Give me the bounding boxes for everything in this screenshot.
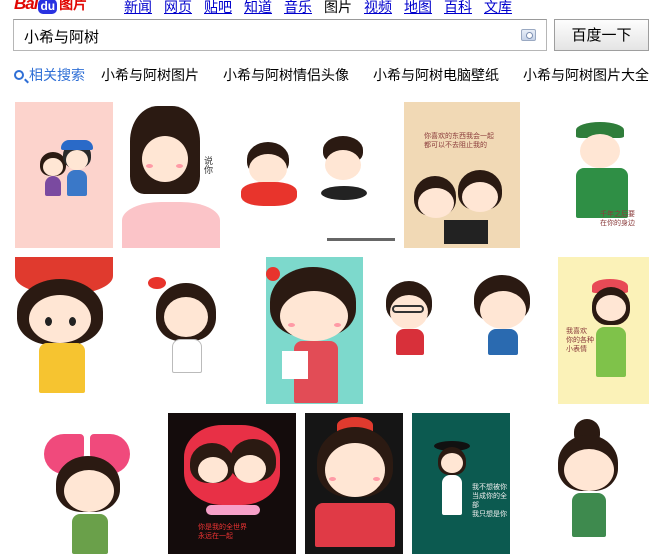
nav-map[interactable]: 地图 [404, 0, 432, 17]
nav-music[interactable]: 音乐 [284, 0, 312, 17]
result-image[interactable] [266, 257, 363, 404]
result-image[interactable] [15, 257, 113, 394]
result-image[interactable] [227, 102, 397, 242]
result-image[interactable]: 说你 [122, 102, 220, 248]
result-image[interactable] [40, 430, 140, 554]
nav-baike[interactable]: 百科 [444, 0, 472, 17]
search-box [13, 19, 547, 51]
result-image[interactable]: 我喜欢 你的各种 小表情 [558, 257, 649, 404]
result-image[interactable] [305, 413, 403, 554]
search-input[interactable] [22, 25, 516, 47]
result-image[interactable] [548, 413, 649, 554]
related-item[interactable]: 小希与阿树图片 [101, 65, 199, 85]
nav-video[interactable]: 视频 [364, 0, 392, 17]
top-nav: 新闻 网页 贴吧 知道 音乐 图片 视频 地图 百科 文库 [124, 0, 512, 17]
nav-web[interactable]: 网页 [164, 0, 192, 17]
nav-tieba[interactable]: 贴吧 [204, 0, 232, 17]
result-image[interactable]: 千年之后要 在你的身边 [560, 102, 649, 248]
related-heading: 相关搜索 [29, 68, 85, 84]
search-icon [14, 70, 24, 80]
result-image[interactable]: 你喜欢的东西我会一起 都可以不去阻止我的 [404, 102, 520, 248]
nav-images[interactable]: 图片 [324, 0, 352, 17]
baidu-image-logo[interactable]: Bai du 图片 [14, 0, 87, 14]
related-item[interactable]: 小希与阿树情侣头像 [223, 65, 349, 85]
nav-zhidao[interactable]: 知道 [244, 0, 272, 17]
related-item[interactable]: 小希与阿树电脑壁纸 [373, 65, 499, 85]
camera-icon[interactable] [521, 29, 536, 41]
search-button[interactable]: 百度一下 [554, 19, 649, 51]
result-image[interactable] [122, 257, 240, 394]
result-image[interactable] [15, 102, 113, 248]
result-image[interactable]: 你是我的全世界 永远在一起 [168, 413, 296, 554]
logo-image-label: 图片 [59, 0, 88, 12]
related-searches: 相关搜索 小希与阿树图片 小希与阿树情侣头像 小希与阿树电脑壁纸 小希与阿树图片… [14, 66, 649, 84]
result-image[interactable]: 我不想被你 当成你的全部 我只想是你 [412, 413, 510, 554]
logo-bai: Bai [14, 0, 38, 13]
nav-wenku[interactable]: 文库 [484, 0, 512, 17]
nav-news[interactable]: 新闻 [124, 0, 152, 17]
result-image[interactable] [370, 257, 550, 407]
logo-du-paw: du [38, 0, 58, 14]
related-item[interactable]: 小希与阿树图片大全 [523, 65, 649, 85]
